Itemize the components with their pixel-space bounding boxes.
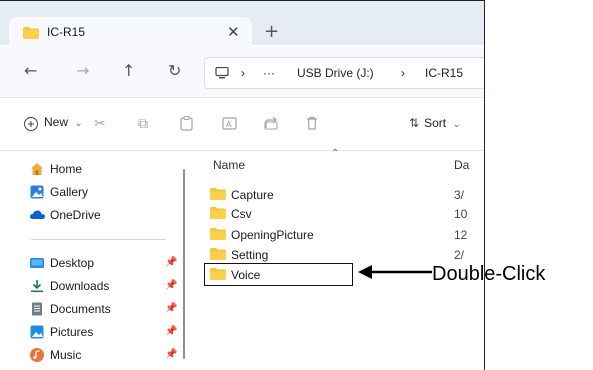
sidebar-item-music[interactable]: Music [30,346,81,364]
folder-icon [210,227,226,243]
sidebar-item-home[interactable]: Home [30,160,82,178]
nav-pane-scrollbar[interactable] [183,169,185,359]
delete-icon[interactable] [306,116,318,134]
tab-ic-r15[interactable]: IC-R15 ✕ [9,17,252,47]
up-button[interactable]: ↑ [122,61,135,80]
folder-icon [210,206,226,222]
sort-ascending-icon: ⌃ [331,148,340,159]
chevron-down-icon: ⌄ [452,119,461,130]
music-icon [30,348,44,362]
callout-arrow [358,265,432,279]
tab-title: IC-R15 [47,25,86,39]
this-pc-icon [215,66,229,82]
new-tab-button[interactable]: + [264,21,279,42]
rename-icon[interactable]: A [222,116,237,135]
sort-button[interactable]: ⇅ Sort ⌄ [409,116,461,130]
close-tab-icon[interactable]: ✕ [227,23,240,41]
highlight-box [204,263,353,286]
share-icon[interactable] [264,116,279,134]
column-header-date[interactable]: Da [454,158,469,172]
pictures-icon [30,325,44,339]
sidebar-item-downloads[interactable]: Downloads [30,277,109,295]
sidebar-item-pictures[interactable]: Pictures [30,323,93,341]
paste-icon[interactable] [180,116,193,135]
tab-bar: IC-R15 ✕ + [0,1,484,47]
divider [31,239,166,240]
file-explorer-window: IC-R15 ✕ + ← → ↑ ↻ › ··· USB Drive (J:) … [0,0,485,370]
download-icon [30,279,44,293]
sidebar-item-desktop[interactable]: Desktop [30,254,94,272]
command-bar: + New ⌄ ✂ ⧉ A ⇅ Sort ⌄ [0,98,484,150]
back-button[interactable]: ← [24,61,37,80]
breadcrumb-chevron: › [241,66,245,80]
folder-row-setting[interactable]: Setting 2/ [210,246,480,264]
gallery-icon [30,185,44,199]
folder-row-csv[interactable]: Csv 10 [210,205,480,223]
home-icon [30,162,44,176]
sidebar-item-gallery[interactable]: Gallery [30,183,88,201]
pin-icon[interactable]: 📌 [165,257,177,268]
cloud-icon [30,208,45,222]
breadcrumb-more[interactable]: ··· [263,66,275,80]
svg-text:A: A [226,120,232,129]
new-button[interactable]: + New ⌄ [24,115,83,131]
pin-icon[interactable]: 📌 [165,303,177,314]
document-icon [30,302,44,316]
cut-icon[interactable]: ✂ [94,116,106,132]
folder-icon [210,187,226,203]
folder-icon [23,27,39,42]
sidebar-item-onedrive[interactable]: OneDrive [30,206,101,224]
sidebar-item-documents[interactable]: Documents [30,300,111,318]
file-list: ⌃ Name Da Capture 3/ Csv 10 OpeningPictu… [196,148,484,370]
address-bar[interactable]: › ··· USB Drive (J:) › IC-R15 [204,57,484,89]
pin-icon[interactable]: 📌 [165,280,177,291]
pin-icon[interactable]: 📌 [165,349,177,360]
sort-icon: ⇅ [409,116,420,130]
breadcrumb-ic-r15[interactable]: IC-R15 [425,66,463,80]
column-header-name[interactable]: Name [213,158,245,172]
folder-icon [210,247,226,263]
navigation-pane: Home Gallery OneDrive Desktop 📌 Download… [0,151,195,370]
folder-row-openingpicture[interactable]: OpeningPicture 12 [210,226,480,244]
refresh-button[interactable]: ↻ [168,61,181,80]
breadcrumb-usb-drive[interactable]: USB Drive (J:) [297,66,374,80]
folder-row-capture[interactable]: Capture 3/ [210,186,480,204]
chevron-down-icon: ⌄ [74,118,83,129]
callout-label: Double-Click [432,263,546,285]
forward-button[interactable]: → [76,61,89,80]
desktop-icon [30,256,44,270]
breadcrumb-chevron: › [401,66,405,80]
pin-icon[interactable]: 📌 [165,326,177,337]
navigation-bar: ← → ↑ ↻ › ··· USB Drive (J:) › IC-R15 [0,47,484,97]
copy-icon[interactable]: ⧉ [138,116,148,132]
plus-icon: + [24,117,38,131]
